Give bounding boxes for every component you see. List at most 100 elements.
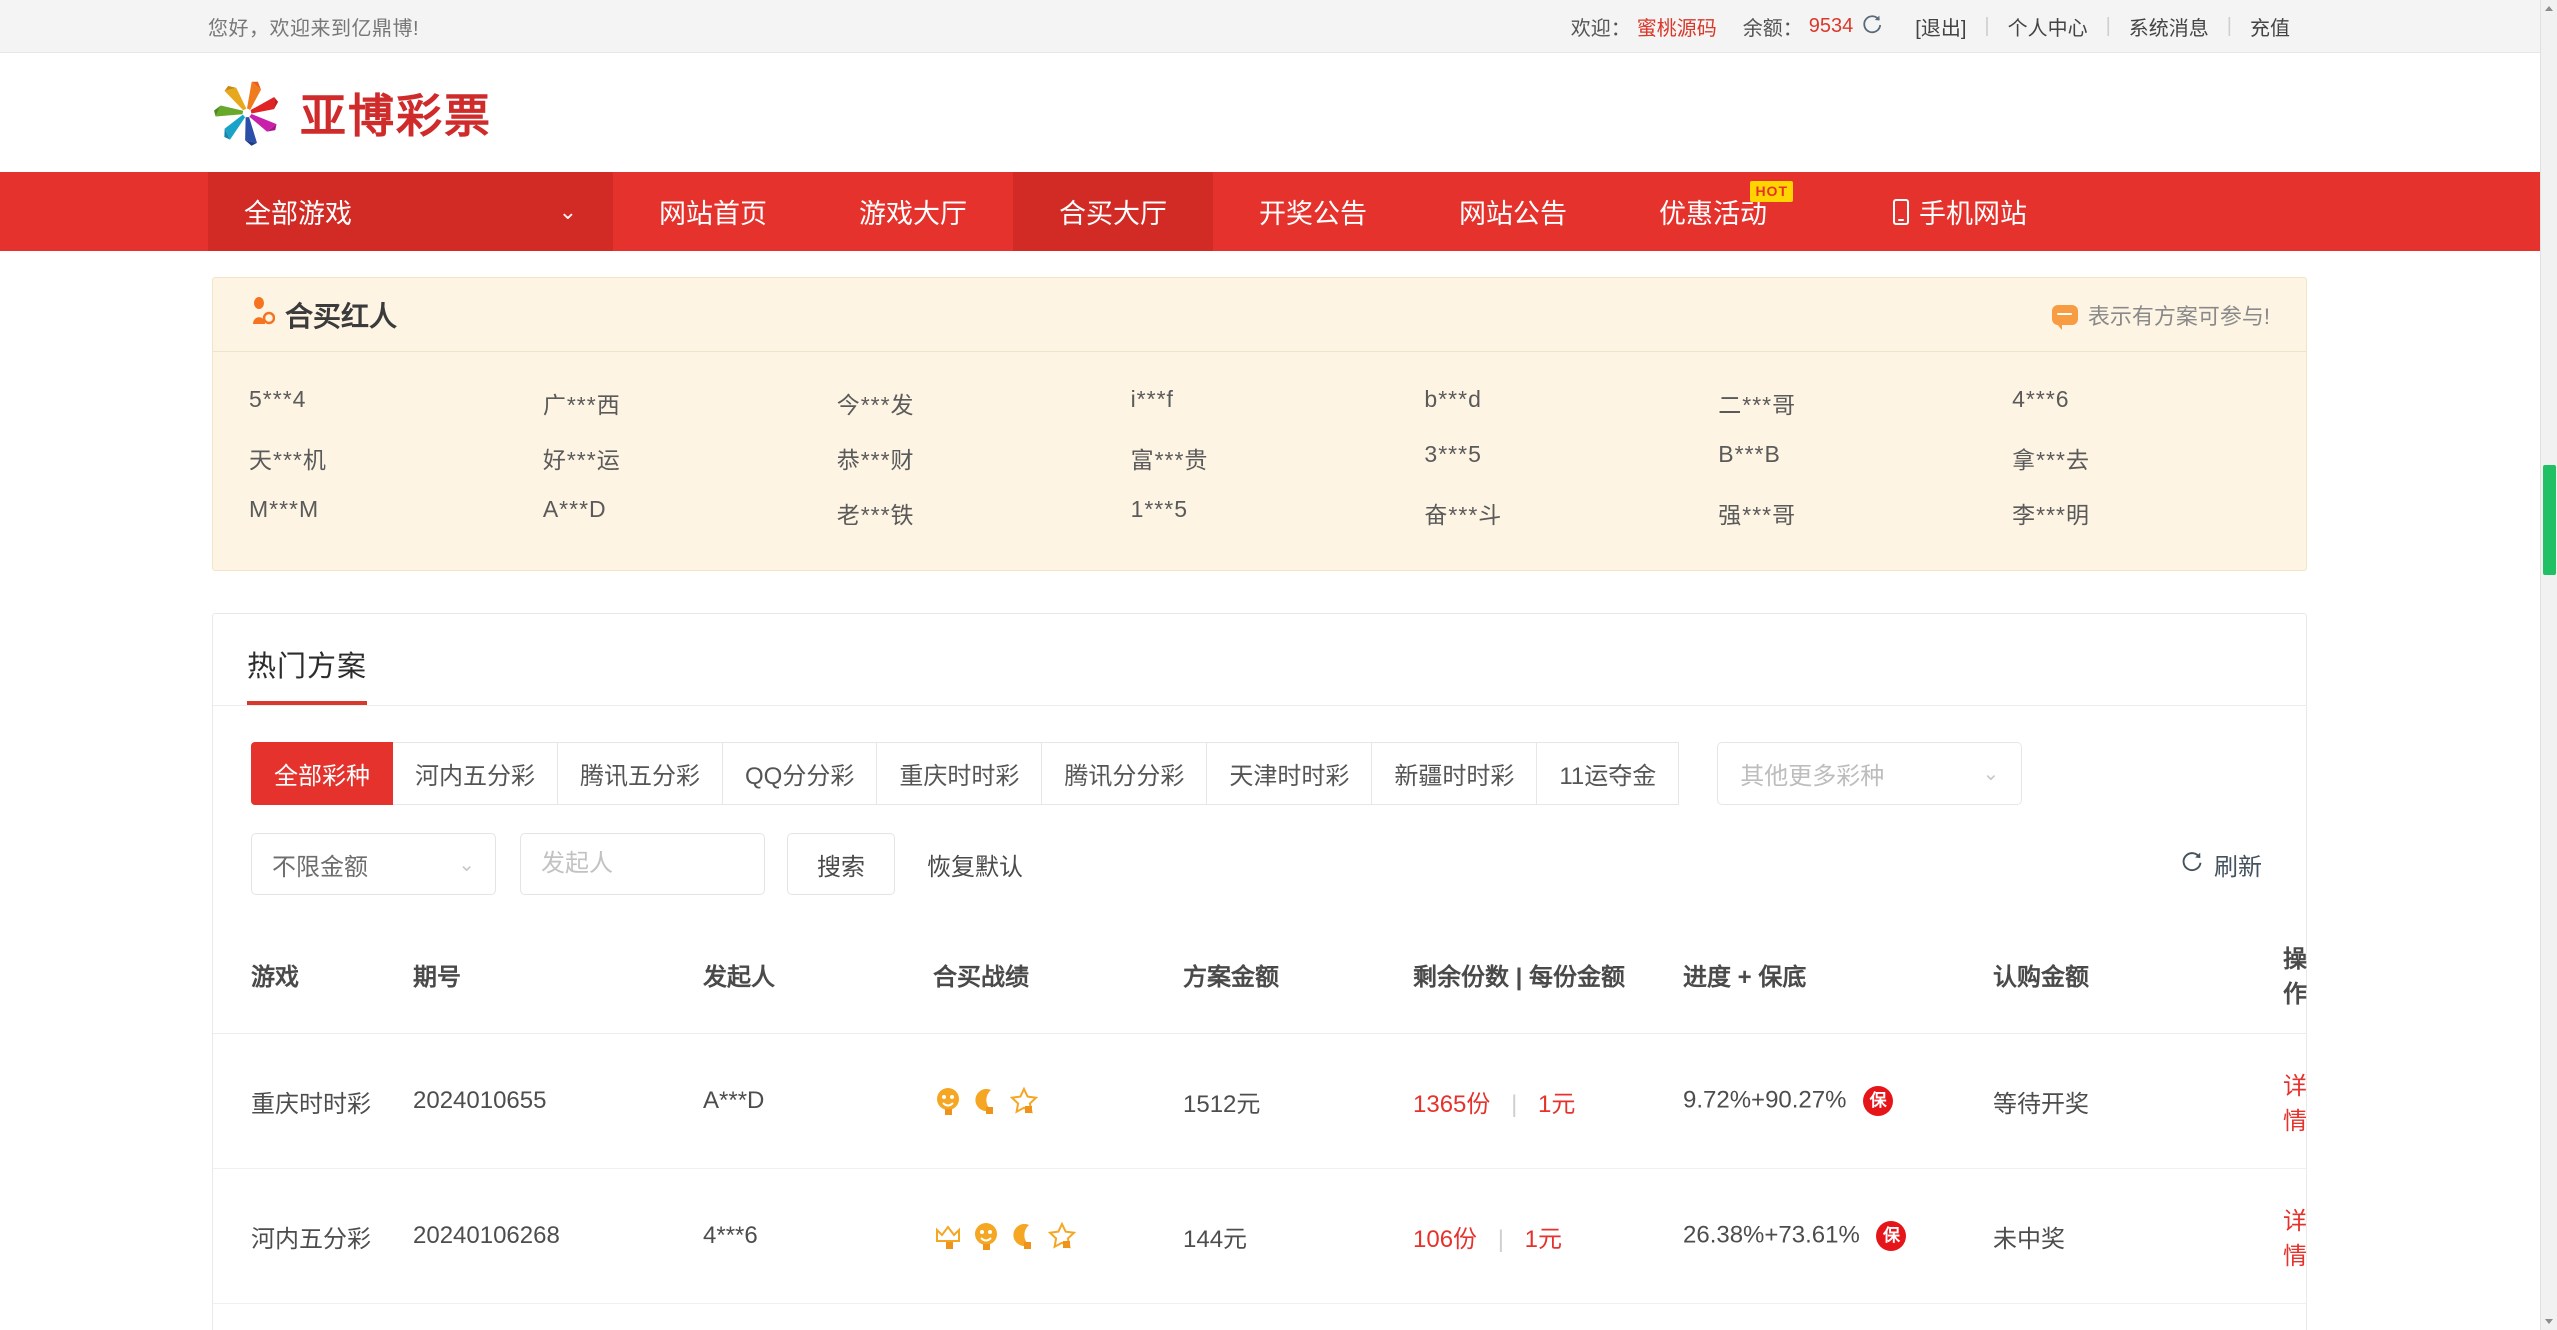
lottery-tab-tencent-1min[interactable]: 腾讯分分彩	[1042, 742, 1208, 805]
table-row[interactable]: 重庆时时彩 2024010655 A***D 1512元 1365份 | 1元 …	[213, 1033, 2307, 1169]
celebrity-name[interactable]: 拿***去	[2012, 441, 2306, 475]
balance-label: 余额：	[1742, 17, 1803, 40]
share-price: 1元	[1537, 1090, 1576, 1118]
nav-all-games[interactable]: 全部游戏 ⌄	[208, 172, 613, 251]
nav-item-label: 网站公告	[1459, 199, 1567, 229]
refresh-button[interactable]: 刷新	[2180, 847, 2262, 882]
cell-action: 详情	[2283, 1033, 2307, 1169]
table-row[interactable]: 腾讯分分彩 202401061338 5***4	[213, 1303, 2306, 1330]
nav-item-group-buy-hall[interactable]: 合买大厅	[1013, 172, 1213, 251]
celebrity-name[interactable]: 5***4	[249, 386, 543, 420]
celebrity-name[interactable]: 天***机	[249, 441, 543, 475]
lottery-tab-tencent-5min[interactable]: 腾讯五分彩	[558, 742, 723, 805]
nav-item-promotions[interactable]: 优惠活动 HOT	[1613, 172, 1813, 251]
col-action: 操作	[2283, 921, 2307, 1034]
lottery-type-filter: 全部彩种 河内五分彩 腾讯五分彩 QQ分分彩 重庆时时彩 腾讯分分彩 天津时时彩…	[213, 706, 2306, 805]
shares-remaining: 1365份	[1413, 1090, 1491, 1118]
cell-record-badges	[933, 1303, 1183, 1330]
celebrity-name[interactable]: 奋***斗	[1424, 496, 1718, 530]
cell-progress: 28.12%+72.91% 保	[1683, 1303, 1993, 1330]
smiley-badge-icon	[971, 1221, 1001, 1251]
pinwheel-logo-icon	[208, 74, 286, 152]
search-button[interactable]: 搜索	[787, 833, 895, 895]
top-link-personal-center[interactable]: 个人中心	[2008, 12, 2088, 41]
brand-logo[interactable]: 亚博彩票	[208, 74, 492, 152]
scroll-down-arrow-icon[interactable]	[2541, 1313, 2557, 1330]
celebrity-name[interactable]: B***B	[1718, 441, 2012, 475]
cell-action: 详情	[2283, 1168, 2307, 1304]
progress-text: 26.38%+73.61%	[1683, 1221, 1860, 1249]
guarantee-badge: 保	[1863, 1086, 1894, 1116]
celebrity-name[interactable]: b***d	[1424, 386, 1718, 420]
details-link[interactable]: 详情	[2283, 1073, 2307, 1135]
lottery-tab-qq-1min[interactable]: QQ分分彩	[723, 742, 878, 805]
nav-item-site-announcements[interactable]: 网站公告	[1413, 172, 1613, 251]
tab-hot-plans[interactable]: 热门方案	[247, 643, 368, 705]
celebrity-name[interactable]: 今***发	[837, 386, 1131, 420]
initiator-input[interactable]	[520, 833, 765, 895]
celebrity-name[interactable]: M***M	[249, 496, 543, 530]
star-badge-icon	[1047, 1221, 1077, 1251]
phone-icon	[1893, 198, 1909, 225]
celebrity-name[interactable]: A***D	[543, 496, 837, 530]
cell-shares: 1365份 | 1元	[1413, 1033, 1683, 1169]
celebrity-name[interactable]: 富***贵	[1131, 441, 1425, 475]
top-account-area: 欢迎： 蜜桃源码 余额： 9534 [退出] | 个人中心 | 系统消息 | 充…	[1571, 12, 2290, 41]
col-shares: 剩余份数 | 每份金额	[1413, 921, 1683, 1034]
reset-defaults-link[interactable]: 恢复默认	[927, 847, 1023, 882]
divider: |	[2226, 14, 2232, 37]
nav-item-label: 手机网站	[1919, 199, 2027, 229]
celebrity-name[interactable]: 1***5	[1131, 496, 1425, 530]
celebrity-name[interactable]: 广***西	[543, 386, 837, 420]
logout-link[interactable]: [退出]	[1915, 12, 1966, 41]
lottery-tab-all[interactable]: 全部彩种	[251, 742, 393, 805]
nav-item-mobile-site[interactable]: 手机网站	[1813, 172, 2073, 251]
nav-item-home[interactable]: 网站首页	[613, 172, 813, 251]
plans-table: 游戏 期号 发起人 合买战绩 方案金额 剩余份数 | 每份金额 进度 + 保底 …	[213, 921, 2307, 1330]
main-navigation: 全部游戏 ⌄ 网站首页 游戏大厅 合买大厅 开奖公告 网站公告 优惠活动 HOT	[0, 172, 2540, 251]
cell-action: 详情	[2283, 1303, 2306, 1330]
top-link-system-messages[interactable]: 系统消息	[2129, 12, 2209, 41]
celebrity-name[interactable]: 二***哥	[1718, 386, 2012, 420]
username-link[interactable]: 蜜桃源码	[1637, 12, 1717, 41]
amount-filter-label: 不限金额	[272, 853, 368, 881]
amount-filter-select[interactable]: 不限金额 ⌄	[251, 833, 496, 895]
shares-separator: |	[1511, 1090, 1518, 1118]
celebrity-name[interactable]: 李***明	[2012, 496, 2306, 530]
col-record: 合买战绩	[933, 921, 1183, 1034]
lottery-tab-tianjin[interactable]: 天津时时彩	[1207, 742, 1373, 805]
cell-record-badges	[933, 1033, 1183, 1169]
refresh-icon[interactable]	[1861, 13, 1883, 39]
celebrity-name[interactable]: 3***5	[1424, 441, 1718, 475]
lottery-tab-hanoi-5min[interactable]: 河内五分彩	[393, 742, 558, 805]
top-link-recharge[interactable]: 充值	[2250, 12, 2290, 41]
celebrity-name[interactable]: i***f	[1131, 386, 1425, 420]
content-container: 合买红人 表示有方案可参与! 5***4 广***西 今***发 i***f b…	[212, 277, 2312, 1330]
divider: |	[1984, 14, 1990, 37]
cell-shares: 106份 | 1元	[1413, 1168, 1683, 1304]
vertical-scrollbar[interactable]	[2540, 0, 2557, 1330]
lottery-tab-xinjiang[interactable]: 新疆时时彩	[1372, 742, 1538, 805]
celebrity-name[interactable]: 老***铁	[837, 496, 1131, 530]
nav-item-game-hall[interactable]: 游戏大厅	[813, 172, 1013, 251]
celebrity-name[interactable]: 强***哥	[1718, 496, 2012, 530]
progress-text: 9.72%+90.27%	[1683, 1086, 1847, 1114]
cell-issue: 2024010655	[413, 1033, 703, 1169]
more-lottery-types-select[interactable]: 其他更多彩种 ⌄	[1717, 742, 2023, 805]
scroll-up-arrow-icon[interactable]	[2541, 0, 2557, 17]
scrollbar-thumb[interactable]	[2543, 465, 2556, 575]
brand-name: 亚博彩票	[300, 88, 492, 143]
nav-item-draw-announcements[interactable]: 开奖公告	[1213, 172, 1413, 251]
celebrity-name[interactable]: 4***6	[2012, 386, 2306, 420]
speech-bubble-icon	[2051, 304, 2078, 330]
chevron-down-icon: ⌄	[1982, 763, 2000, 785]
lottery-tab-11-yun-duo-jin[interactable]: 11运夺金	[1537, 742, 1680, 805]
plans-table-body: 重庆时时彩 2024010655 A***D 1512元 1365份 | 1元 …	[213, 1033, 2307, 1330]
col-initiator: 发起人	[703, 921, 933, 1034]
celebrity-name[interactable]: 恭***财	[837, 441, 1131, 475]
celebrity-name[interactable]: 好***运	[543, 441, 837, 475]
details-link[interactable]: 详情	[2283, 1208, 2307, 1270]
share-price: 1元	[1524, 1225, 1562, 1253]
table-row[interactable]: 河内五分彩 20240106268 4***6 144元 106份 | 1元 2…	[213, 1168, 2307, 1304]
lottery-tab-chongqing[interactable]: 重庆时时彩	[877, 742, 1043, 805]
